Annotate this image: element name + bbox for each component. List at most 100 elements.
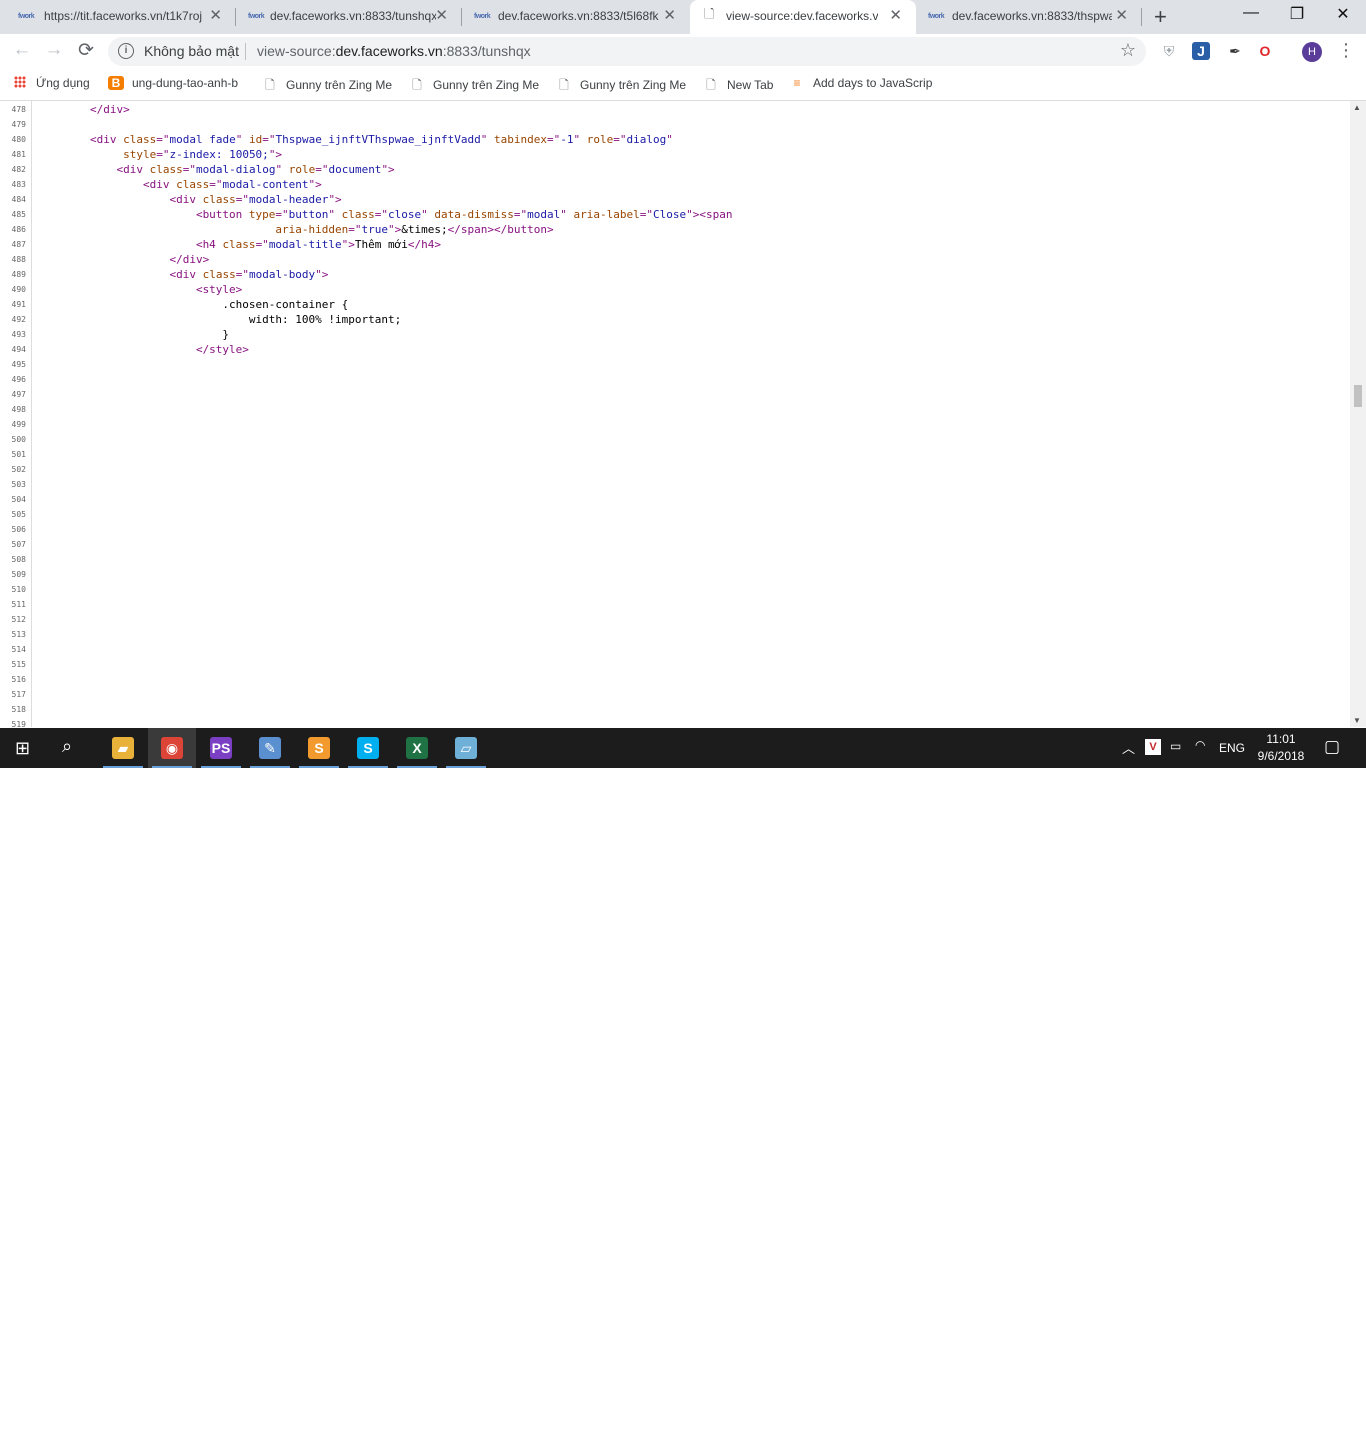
address-bar[interactable]: i Không bảo mật view-source:dev.facework… xyxy=(108,37,1146,66)
j-extension-icon[interactable]: J xyxy=(1192,42,1210,60)
code-token: modal-body xyxy=(248,268,316,281)
info-icon[interactable]: i xyxy=(118,43,134,59)
code-token: =" xyxy=(348,223,362,236)
line-number: 497 xyxy=(11,390,26,399)
view-source-content[interactable]: 478 479 480 481 482 483 484 485 486 487 488 489 490 4… xyxy=(0,101,1350,727)
security-label[interactable]: Không bảo mật xyxy=(144,43,239,59)
code-token: " xyxy=(328,208,342,221)
file-explorer-icon: ▰ xyxy=(112,737,134,759)
line-number: 489 xyxy=(11,270,26,279)
taskbar-chrome[interactable]: ◉ xyxy=(148,728,196,768)
bookmark-item[interactable]: Bung-dung-tao-anh-b xyxy=(108,76,238,90)
shield-extension-icon[interactable]: ⛨ xyxy=(1160,42,1178,60)
vietkey-icon[interactable]: V xyxy=(1145,739,1161,755)
source-line: <button type="button" class="close" data… xyxy=(37,207,733,222)
forward-button[interactable]: → xyxy=(42,39,66,61)
source-line: <div class="modal-content"> xyxy=(37,177,322,192)
tab-active[interactable]: 🗋 view-source:dev.faceworks.vn:8833/tuns… xyxy=(690,0,916,34)
code-token: <h4 xyxy=(37,238,223,251)
back-button[interactable]: ← xyxy=(10,39,34,61)
close-tab-icon[interactable]: ✕ xyxy=(435,8,448,24)
scroll-up-arrow-icon[interactable]: ▲ xyxy=(1353,103,1361,112)
source-line: </style> xyxy=(37,342,249,357)
reload-button[interactable]: ⟳ xyxy=(74,39,98,62)
code-token: class xyxy=(202,193,236,206)
line-number: 511 xyxy=(11,600,26,609)
page-icon: 🗋 xyxy=(559,78,569,92)
bookmark-item[interactable]: 🗋 Gunny trên Zing Me xyxy=(262,76,392,97)
tab[interactable]: fwork https://tit.faceworks.vn/t1k7roj ✕ xyxy=(0,0,236,34)
url-path: :8833/tunshqx xyxy=(442,43,531,59)
code-token: aria-label xyxy=(573,208,640,221)
taskbar-notes[interactable]: ▱ xyxy=(442,728,490,768)
bookmark-item[interactable]: ≡ Add days to JavaScrip xyxy=(789,76,932,90)
bookmark-star-icon[interactable]: ☆ xyxy=(1120,40,1136,61)
search-icon[interactable]: ⌕ xyxy=(62,736,72,757)
taskbar-skype[interactable]: S xyxy=(344,728,392,768)
scroll-down-arrow-icon[interactable]: ▼ xyxy=(1353,716,1361,725)
bookmark-item[interactable]: 🗋 Gunny trên Zing Me xyxy=(409,76,539,97)
taskbar-excel[interactable]: X xyxy=(393,728,441,768)
url-text[interactable]: view-source:dev.faceworks.vn:8833/tunshq… xyxy=(257,43,531,59)
taskbar-file-explorer[interactable]: ▰ xyxy=(99,728,147,768)
code-token: dialog xyxy=(626,133,667,146)
code-token: "> xyxy=(268,148,283,161)
tray-chevron-up-icon[interactable]: ︿ xyxy=(1122,738,1135,757)
phpstorm-icon: PS xyxy=(210,737,232,759)
line-number: 483 xyxy=(11,180,26,189)
bookmark-item[interactable]: 🗋 Gunny trên Zing Me xyxy=(556,76,686,97)
line-number: 517 xyxy=(11,690,26,699)
code-token: "> xyxy=(388,223,402,236)
windows-start-icon[interactable]: ⊞ xyxy=(15,738,30,759)
page-icon: 🗋 xyxy=(704,8,714,20)
close-tab-icon[interactable]: ✕ xyxy=(889,8,902,24)
close-tab-icon[interactable]: ✕ xyxy=(663,8,676,24)
code-token: .chosen-container { xyxy=(37,298,349,311)
scrollbar-thumb[interactable] xyxy=(1354,385,1362,407)
tab-title: dev.faceworks.vn:8833/tunshqx xyxy=(270,9,436,23)
tab[interactable]: fwork dev.faceworks.vn:8833/t5l68fk ✕ xyxy=(462,0,690,34)
line-number: 482 xyxy=(11,165,26,174)
code-token: <div xyxy=(37,163,150,176)
taskbar-sublime-text[interactable]: S xyxy=(295,728,343,768)
restore-button[interactable]: ❐ xyxy=(1274,4,1320,24)
code-token: modal-title xyxy=(268,238,342,251)
running-indicator xyxy=(397,766,437,768)
stackoverflow-icon: ≡ xyxy=(793,76,801,90)
line-number: 498 xyxy=(11,405,26,414)
eyedropper-extension-icon[interactable]: ✒ xyxy=(1226,42,1244,60)
profile-avatar[interactable]: H xyxy=(1302,42,1322,62)
code-token: <div xyxy=(37,133,124,146)
bookmark-apps[interactable]: Ứng dụng xyxy=(14,76,90,90)
bookmark-item[interactable]: 🗋 New Tab xyxy=(703,76,773,97)
vertical-scrollbar[interactable]: ▲ ▼ xyxy=(1350,101,1366,727)
source-line: <div class="modal-body"> xyxy=(37,267,328,282)
code-token: =" xyxy=(255,238,269,251)
close-tab-icon[interactable]: ✕ xyxy=(1115,8,1128,24)
tab[interactable]: fwork dev.faceworks.vn:8833/tunshqx ✕ xyxy=(236,0,462,34)
code-token: tabindex xyxy=(494,133,547,146)
clock[interactable]: 11:01 9/6/2018 xyxy=(1252,731,1310,765)
language-indicator[interactable]: ENG xyxy=(1219,741,1245,755)
wifi-icon[interactable]: ◠ xyxy=(1195,738,1205,752)
skype-icon: S xyxy=(357,737,379,759)
code-token: </div> xyxy=(37,253,210,266)
notification-icon[interactable]: ▢ xyxy=(1324,737,1340,757)
battery-icon[interactable]: ▭ xyxy=(1170,739,1181,753)
taskbar-paint[interactable]: ✎ xyxy=(246,728,294,768)
minimize-button[interactable]: — xyxy=(1228,4,1274,22)
bookmark-label: Add days to JavaScrip xyxy=(813,76,933,90)
line-number: 502 xyxy=(11,465,26,474)
close-tab-icon[interactable]: ✕ xyxy=(209,8,222,24)
taskbar-phpstorm[interactable]: PS xyxy=(197,728,245,768)
menu-icon[interactable]: ⋮ xyxy=(1337,40,1355,61)
tab-title: view-source:dev.faceworks.vn:8833/tunshq… xyxy=(726,9,878,23)
opera-extension-icon[interactable]: O xyxy=(1256,42,1274,60)
close-window-button[interactable]: ✕ xyxy=(1320,4,1366,24)
tab-title: dev.faceworks.vn:8833/t5l68fk xyxy=(498,9,659,23)
tab[interactable]: fwork dev.faceworks.vn:8833/thspwae ✕ xyxy=(916,0,1142,34)
line-number: 509 xyxy=(11,570,26,579)
code-token: =" xyxy=(235,193,249,206)
source-line: <div class="modal fade" id="Thspwae_ijnf… xyxy=(37,132,673,147)
new-tab-button[interactable]: + xyxy=(1154,4,1167,30)
